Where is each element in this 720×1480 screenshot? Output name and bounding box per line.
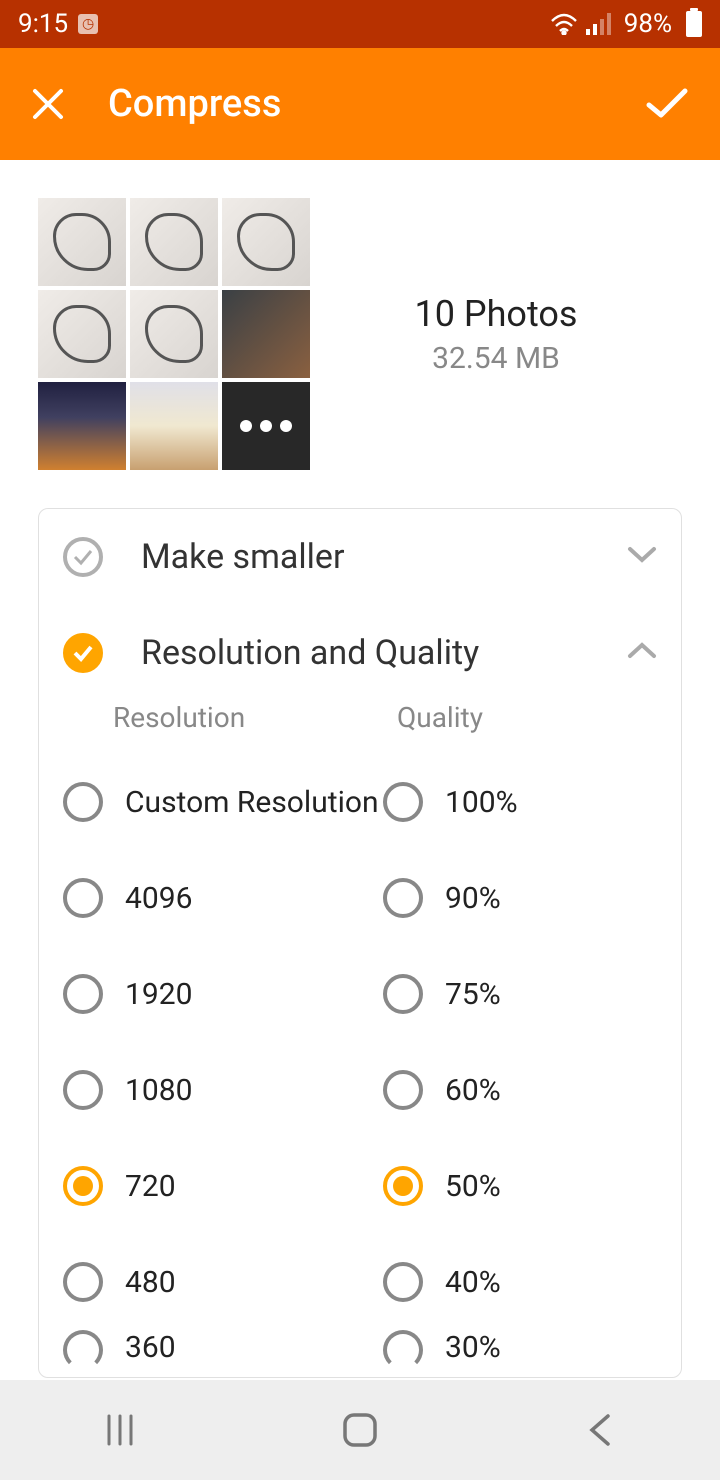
thumbnail[interactable] — [38, 382, 126, 470]
option-row[interactable]: 75% — [379, 946, 675, 1042]
app-bar: Compress — [0, 48, 720, 160]
option-row[interactable]: 90% — [379, 850, 675, 946]
thumbnail[interactable] — [130, 290, 218, 378]
radio-icon — [63, 974, 103, 1014]
page-title: Compress — [108, 82, 281, 126]
radio-icon — [63, 1070, 103, 1110]
thumbnail[interactable] — [38, 290, 126, 378]
home-button[interactable] — [280, 1400, 440, 1460]
check-icon — [645, 87, 689, 121]
option-row[interactable]: 720 — [59, 1138, 379, 1234]
back-icon — [588, 1412, 612, 1448]
radio-icon — [383, 782, 423, 822]
radio-icon — [383, 1330, 423, 1370]
status-right: 98% — [550, 9, 702, 39]
close-icon — [31, 87, 65, 121]
alarm-icon: ◷ — [78, 14, 98, 34]
option-row[interactable]: 1080 — [59, 1042, 379, 1138]
option-label: 4096 — [125, 881, 192, 916]
chevron-up-icon — [627, 642, 657, 664]
quality-options: 100% 90% 75% 60% 50% 40% 30% — [379, 754, 675, 1370]
recent-apps-button[interactable] — [40, 1400, 200, 1460]
photo-count: 10 Photos — [310, 293, 682, 335]
section-label: Make smaller — [141, 537, 627, 577]
summary-row: 10 Photos 32.54 MB — [0, 160, 720, 508]
option-row[interactable]: 40% — [379, 1234, 675, 1330]
option-row[interactable]: 60% — [379, 1042, 675, 1138]
radio-icon — [383, 1262, 423, 1302]
option-label: 720 — [125, 1169, 176, 1204]
option-label: Custom Resolution — [125, 785, 379, 820]
battery-percentage: 98% — [624, 9, 672, 39]
more-icon — [240, 420, 292, 432]
radio-checked-icon — [63, 633, 103, 673]
home-icon — [341, 1411, 379, 1449]
option-row[interactable]: 30% — [379, 1330, 675, 1370]
thumbnail[interactable] — [222, 198, 310, 286]
confirm-button[interactable] — [642, 84, 692, 124]
quality-header: Quality — [397, 701, 657, 734]
option-label: 75% — [445, 977, 501, 1012]
option-label: 480 — [125, 1265, 176, 1300]
section-resolution-quality[interactable]: Resolution and Quality — [39, 605, 681, 701]
option-label: 1920 — [125, 977, 192, 1012]
options-card: Make smaller Resolution and Quality Reso… — [38, 508, 682, 1378]
option-label: 50% — [445, 1169, 501, 1204]
back-button[interactable] — [520, 1400, 680, 1460]
radio-selected-icon — [63, 1166, 103, 1206]
option-label: 60% — [445, 1073, 501, 1108]
option-row[interactable]: 1920 — [59, 946, 379, 1042]
photo-thumbnails[interactable] — [38, 198, 310, 470]
option-row[interactable]: Custom Resolution — [59, 754, 379, 850]
status-time: 9:15 — [18, 9, 68, 39]
battery-icon — [686, 11, 702, 37]
option-row[interactable]: 50% — [379, 1138, 675, 1234]
resolution-header: Resolution — [63, 701, 397, 734]
section-label: Resolution and Quality — [141, 633, 627, 673]
option-row[interactable]: 480 — [59, 1234, 379, 1330]
option-label: 100% — [445, 785, 518, 820]
wifi-icon — [550, 13, 578, 35]
recent-icon — [102, 1412, 138, 1448]
chevron-down-icon — [627, 546, 657, 568]
signal-icon — [586, 13, 612, 35]
option-label: 90% — [445, 881, 501, 916]
radio-icon — [63, 1330, 103, 1370]
thumbnail[interactable] — [222, 290, 310, 378]
option-label: 360 — [125, 1330, 176, 1365]
option-label: 40% — [445, 1265, 501, 1300]
option-row[interactable]: 100% — [379, 754, 675, 850]
option-row[interactable]: 4096 — [59, 850, 379, 946]
navigation-bar — [0, 1380, 720, 1480]
more-thumbnail[interactable] — [222, 382, 310, 470]
radio-icon — [383, 878, 423, 918]
thumbnail[interactable] — [130, 198, 218, 286]
radio-icon — [63, 1262, 103, 1302]
status-bar: 9:15 ◷ 98% — [0, 0, 720, 48]
radio-icon — [383, 974, 423, 1014]
radio-icon — [383, 1070, 423, 1110]
section-make-smaller[interactable]: Make smaller — [39, 509, 681, 605]
option-label: 30% — [445, 1330, 501, 1365]
total-size: 32.54 MB — [310, 341, 682, 376]
radio-unchecked-icon — [63, 537, 103, 577]
close-button[interactable] — [28, 84, 68, 124]
option-row[interactable]: 360 — [59, 1330, 379, 1370]
radio-icon — [63, 878, 103, 918]
option-label: 1080 — [125, 1073, 192, 1108]
thumbnail[interactable] — [38, 198, 126, 286]
thumbnail[interactable] — [130, 382, 218, 470]
column-headers: Resolution Quality — [39, 701, 681, 754]
resolution-options: Custom Resolution 4096 1920 1080 720 480 360 — [45, 754, 379, 1370]
radio-selected-icon — [383, 1166, 423, 1206]
radio-icon — [63, 782, 103, 822]
